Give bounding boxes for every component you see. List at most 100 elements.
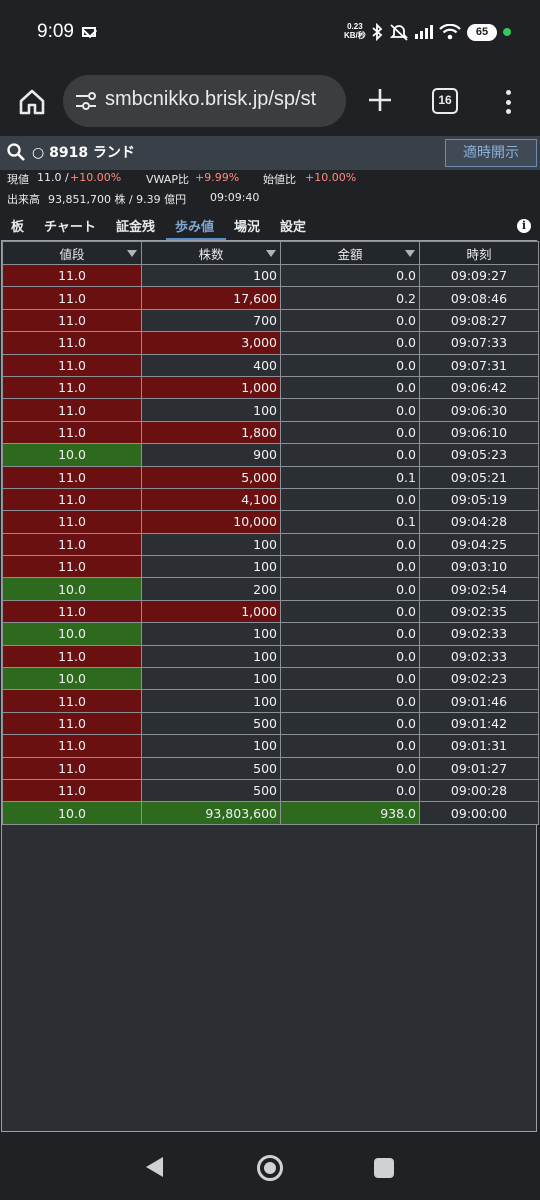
tab-chart[interactable]: チャート bbox=[44, 216, 96, 235]
tab-board[interactable]: 板 bbox=[11, 216, 24, 235]
price-cell: 10.0 bbox=[2, 443, 142, 467]
table-header: 値段 株数 金額 時刻 bbox=[2, 241, 539, 265]
address-bar[interactable]: smbcnikko.brisk.jp/sp/st bbox=[63, 75, 346, 127]
amount-cell: 0.0 bbox=[280, 331, 420, 355]
table-row: 11.0 100 0.0 09:01:31 bbox=[2, 734, 539, 758]
time-cell: 09:09:27 bbox=[419, 263, 539, 288]
table-row: 11.0 100 0.0 09:01:46 bbox=[2, 689, 539, 713]
home-icon[interactable] bbox=[18, 88, 46, 116]
time-cell: 09:08:46 bbox=[419, 286, 539, 310]
browser-toolbar: smbcnikko.brisk.jp/sp/st 16 bbox=[0, 66, 540, 136]
table-row: 11.0 4,100 0.0 09:05:19 bbox=[2, 487, 539, 512]
price-cell: 11.0 bbox=[2, 308, 142, 333]
table-row: 11.0 1,000 0.0 09:06:42 bbox=[2, 375, 539, 400]
table-row: 11.0 10,000 0.1 09:04:28 bbox=[2, 510, 539, 534]
status-icons: 65 bbox=[371, 20, 511, 44]
sort-icon[interactable] bbox=[127, 250, 137, 257]
more-menu-icon[interactable] bbox=[500, 88, 516, 116]
table-row: 11.0 100 0.0 09:03:10 bbox=[2, 555, 539, 579]
stock-header: ○ 8918 ランド 適時開示 bbox=[0, 136, 540, 170]
price-cell: 11.0 bbox=[2, 778, 142, 803]
battery-icon: 65 bbox=[467, 23, 497, 41]
table-row: 11.0 5,000 0.1 09:05:21 bbox=[2, 465, 539, 489]
amount-cell: 0.0 bbox=[280, 308, 420, 333]
tab-switcher-button[interactable]: 16 bbox=[432, 88, 458, 114]
tab-settings[interactable]: 設定 bbox=[280, 216, 306, 235]
site-settings-icon[interactable] bbox=[75, 91, 97, 111]
tab-market[interactable]: 場況 bbox=[234, 216, 260, 235]
price-cell: 11.0 bbox=[2, 689, 142, 713]
time-cell: 09:02:35 bbox=[419, 599, 539, 624]
disclosure-button[interactable]: 適時開示 bbox=[445, 139, 537, 167]
price-cell: 11.0 bbox=[2, 487, 142, 512]
quantity-cell: 4,100 bbox=[141, 487, 281, 512]
recents-icon[interactable] bbox=[374, 1158, 394, 1178]
sort-icon[interactable] bbox=[405, 250, 415, 257]
quantity-cell: 100 bbox=[141, 689, 281, 713]
amount-cell: 0.0 bbox=[280, 555, 420, 579]
quantity-cell: 500 bbox=[141, 711, 281, 736]
amount-cell: 0.0 bbox=[280, 644, 420, 669]
bluetooth-icon bbox=[372, 23, 383, 41]
quantity-cell: 10,000 bbox=[141, 510, 281, 534]
table-row: 10.0 200 0.0 09:02:54 bbox=[2, 577, 539, 601]
time-cell: 09:05:19 bbox=[419, 487, 539, 512]
amount-cell: 0.0 bbox=[280, 689, 420, 713]
column-price[interactable]: 値段 bbox=[2, 241, 142, 265]
clock: 9:09 bbox=[37, 21, 74, 42]
open-value: +10.00% bbox=[305, 171, 357, 184]
home-nav-icon[interactable] bbox=[257, 1155, 283, 1181]
network-speed: 0.23 KB/秒 bbox=[344, 22, 366, 40]
amount-cell: 0.0 bbox=[280, 420, 420, 445]
time-cell: 09:04:28 bbox=[419, 510, 539, 534]
table-row: 10.0 93,803,600 938.0 09:00:00 bbox=[2, 801, 539, 825]
table-row: 11.0 100 0.0 09:09:27 bbox=[2, 263, 539, 288]
amount-cell: 0.0 bbox=[280, 353, 420, 377]
url-text[interactable]: smbcnikko.brisk.jp/sp/st bbox=[105, 88, 316, 111]
amount-cell: 938.0 bbox=[280, 801, 420, 825]
table-row: 11.0 500 0.0 09:00:28 bbox=[2, 778, 539, 803]
time-cell: 09:01:46 bbox=[419, 689, 539, 713]
update-time: 09:09:40 bbox=[210, 191, 260, 204]
stock-title[interactable]: ○ 8918 ランド bbox=[32, 142, 135, 162]
price-change: +10.00% bbox=[70, 171, 122, 184]
table-row: 11.0 1,000 0.0 09:02:35 bbox=[2, 599, 539, 624]
mail-icon bbox=[82, 27, 96, 37]
column-amount[interactable]: 金額 bbox=[280, 241, 420, 265]
privacy-dot bbox=[503, 28, 511, 36]
price-cell: 11.0 bbox=[2, 711, 142, 736]
time-cell: 09:07:33 bbox=[419, 331, 539, 355]
quantity-cell: 400 bbox=[141, 353, 281, 377]
amount-cell: 0.0 bbox=[280, 756, 420, 780]
mute-icon bbox=[389, 24, 409, 41]
amount-cell: 0.0 bbox=[280, 263, 420, 288]
sort-icon[interactable] bbox=[266, 250, 276, 257]
new-tab-icon[interactable] bbox=[366, 86, 394, 114]
quantity-cell: 17,600 bbox=[141, 286, 281, 310]
tick-table: 値段 株数 金額 時刻 11.0 100 0.0 09:09:27 11.0 17,600… bbox=[1, 240, 539, 1132]
info-icon[interactable]: i bbox=[517, 219, 531, 233]
amount-cell: 0.0 bbox=[280, 622, 420, 646]
price-cell: 10.0 bbox=[2, 622, 142, 646]
amount-cell: 0.0 bbox=[280, 443, 420, 467]
back-icon[interactable] bbox=[146, 1157, 163, 1177]
price-cell: 11.0 bbox=[2, 286, 142, 310]
time-cell: 09:00:00 bbox=[419, 801, 539, 825]
quantity-cell: 700 bbox=[141, 308, 281, 333]
price-cell: 11.0 bbox=[2, 375, 142, 400]
tab-ticks[interactable]: 歩み値 bbox=[175, 216, 214, 235]
price-cell: 11.0 bbox=[2, 398, 142, 422]
time-cell: 09:02:54 bbox=[419, 577, 539, 601]
tab-margin[interactable]: 証金残 bbox=[116, 216, 155, 235]
search-icon[interactable] bbox=[6, 142, 26, 162]
column-quantity[interactable]: 株数 bbox=[141, 241, 281, 265]
price-cell: 11.0 bbox=[2, 555, 142, 579]
column-price-label: 値段 bbox=[59, 246, 85, 262]
time-cell: 09:01:27 bbox=[419, 756, 539, 780]
table-row: 11.0 100 0.0 09:06:30 bbox=[2, 398, 539, 422]
time-cell: 09:03:10 bbox=[419, 555, 539, 579]
table-row: 11.0 100 0.0 09:02:33 bbox=[2, 644, 539, 669]
time-cell: 09:00:28 bbox=[419, 778, 539, 803]
tab-bar: 板 チャート 証金残 歩み値 場況 設定 i bbox=[0, 212, 540, 241]
table-body: 11.0 100 0.0 09:09:27 11.0 17,600 0.2 09:08:46 1… bbox=[2, 263, 539, 825]
